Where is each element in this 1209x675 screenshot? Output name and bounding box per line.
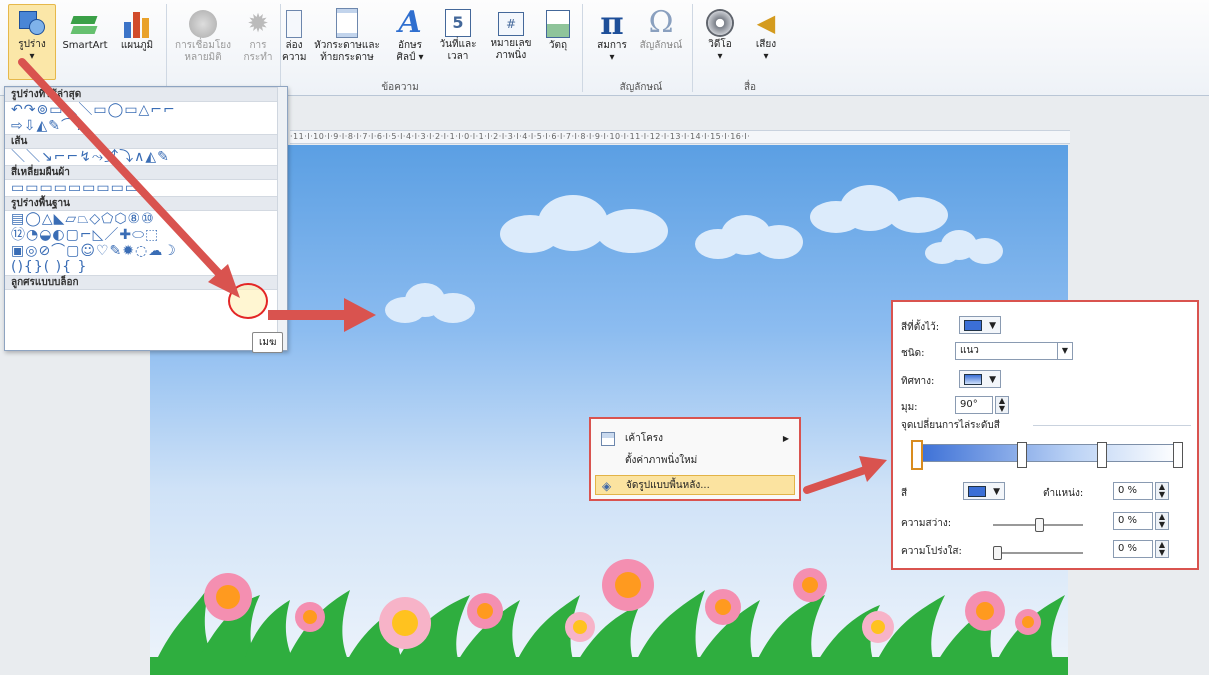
ribbon-separator (692, 4, 693, 92)
video-button[interactable]: วิดีโอ ▾ (700, 4, 740, 63)
menu-item-layout-label: เค้าโครง (625, 433, 664, 444)
brightness-input[interactable]: 0 % (1113, 512, 1153, 530)
gradient-stop-1[interactable] (911, 440, 923, 470)
preset-colors-dropdown[interactable]: ▼ (959, 316, 1001, 334)
audio-dropdown-icon: ▾ (763, 51, 769, 62)
header-footer-label: หัวกระดาษและ (314, 40, 380, 51)
audio-label: เสียง (755, 39, 777, 50)
equation-button[interactable]: π สมการ ▾ (590, 4, 634, 64)
position-spinner[interactable]: ▲ ▼ (1155, 482, 1169, 500)
gradient-stops-divider (1033, 425, 1191, 426)
menu-item-format-background[interactable]: ◈ จัดรูปแบบพื้นหลัง... (595, 475, 795, 495)
annotation-arrow (268, 298, 376, 332)
slide-number-icon: # (498, 12, 524, 36)
context-menu[interactable]: เค้าโครง ▶ ตั้งค่าภาพนิ่งใหม่ ◈ จัดรูปแบ… (589, 417, 801, 501)
color-dropdown[interactable]: ▼ (963, 482, 1005, 500)
gradient-stop-4[interactable] (1173, 442, 1183, 468)
equation-dropdown-icon: ▾ (609, 52, 615, 63)
preset-colors-label: สีที่ตั้งไว้: (901, 322, 940, 333)
color-label: สี (901, 488, 908, 499)
date-time-label: วันที่และ (439, 39, 477, 50)
menu-item-reset-slide[interactable]: ตั้งค่าภาพนิ่งใหม่ (595, 451, 795, 471)
transparency-slider-thumb[interactable] (993, 546, 1002, 560)
annotation-arrow (803, 456, 887, 494)
video-dropdown-icon: ▾ (717, 51, 723, 62)
wordart-label: อักษร (397, 40, 423, 51)
position-input[interactable]: 0 % (1113, 482, 1153, 500)
video-label: วิดีโอ (708, 39, 732, 50)
angle-input[interactable]: 90° (955, 396, 993, 414)
group-label-text: ข้อความ (381, 82, 419, 93)
type-select-arrow-icon[interactable]: ▼ (1057, 343, 1072, 359)
object-icon (546, 10, 570, 38)
calendar-icon: 5 (445, 9, 471, 37)
transparency-label: ความโปร่งใส: (901, 546, 962, 557)
brightness-spinner[interactable]: ▲ ▼ (1155, 512, 1169, 530)
gradient-stop-3[interactable] (1097, 442, 1107, 468)
speaker-icon: ◀ (756, 9, 776, 37)
type-select[interactable]: แนว (955, 342, 1073, 360)
direction-dropdown[interactable]: ▼ (959, 370, 1001, 388)
angle-spinner[interactable]: ▲ ▼ (995, 396, 1009, 414)
omega-icon: Ω (648, 5, 674, 40)
submenu-arrow-icon: ▶ (782, 434, 789, 443)
paint-bucket-icon: ◈ (602, 479, 612, 493)
wordart-icon: A (398, 5, 422, 40)
format-background-panel[interactable]: สีที่ตั้งไว้: ▼ ชนิด: แนว ▼ ทิศทาง: ▼ มุ… (891, 300, 1199, 570)
date-time-sublabel: เวลา (447, 51, 469, 62)
slide-number-label: หมายเลข (490, 38, 532, 49)
direction-label: ทิศทาง: (901, 376, 935, 387)
brightness-slider-thumb[interactable] (1035, 518, 1044, 532)
equation-label: สมการ (597, 40, 627, 51)
film-reel-icon (706, 9, 734, 37)
object-button[interactable]: วัตถุ (540, 4, 576, 52)
gradient-stops-label: จุดเปลี่ยนการไล่ระดับสี (901, 420, 1000, 431)
page-icon (336, 8, 358, 38)
date-time-button[interactable]: 5 วันที่และ เวลา (434, 4, 482, 63)
pi-icon: π (600, 4, 624, 42)
audio-button[interactable]: ◀ เสียง ▾ (746, 4, 786, 63)
cloud-shape[interactable] (810, 185, 950, 235)
annotation-arrow (18, 58, 240, 298)
wordart-button[interactable]: A อักษร ศิลป์ ▾ (390, 4, 430, 64)
transparency-slider-track[interactable] (993, 552, 1083, 554)
brightness-label: ความสว่าง: (901, 518, 952, 529)
object-label: วัตถุ (548, 40, 568, 51)
cloud-shape[interactable] (385, 283, 475, 323)
symbol-label: สัญลักษณ์ (639, 40, 683, 51)
chevron-down-icon: ▼ (989, 375, 996, 385)
menu-item-reset-slide-label: ตั้งค่าภาพนิ่งใหม่ (625, 455, 698, 466)
transparency-spinner[interactable]: ▲ ▼ (1155, 540, 1169, 558)
transparency-input[interactable]: 0 % (1113, 540, 1153, 558)
layout-icon (601, 432, 615, 446)
gradient-stops-bar[interactable] (917, 444, 1179, 462)
menu-item-format-background-label: จัดรูปแบบพื้นหลัง... (626, 480, 710, 491)
horizontal-ruler: ·11·I·10·I·9·I·8·I·7·I·6·I·5·I·4·I·3·I·2… (290, 130, 1070, 144)
symbol-button[interactable]: Ω สัญลักษณ์ (636, 4, 686, 52)
header-footer-button[interactable]: หัวกระดาษและ ท้ายกระดาษ (308, 4, 386, 64)
cloud-shape[interactable] (695, 215, 805, 260)
slide-number-sublabel: ภาพนิ่ง (495, 50, 527, 61)
chevron-down-icon: ▼ (993, 487, 1000, 497)
slide-number-button[interactable]: # หมายเลข ภาพนิ่ง (484, 4, 538, 62)
angle-label: มุม: (901, 402, 918, 413)
group-label-symbols: สัญลักษณ์ (619, 82, 663, 93)
header-footer-sublabel: ท้ายกระดาษ (320, 52, 374, 63)
gradient-stop-2[interactable] (1017, 442, 1027, 468)
position-label: ตำแหน่ง: (1043, 488, 1084, 499)
group-label-media: สื่อ (743, 82, 757, 93)
cloud-shape[interactable] (500, 195, 670, 255)
cloud-shape[interactable] (925, 230, 1005, 265)
chevron-down-icon: ▼ (989, 321, 996, 331)
menu-item-layout[interactable]: เค้าโครง ▶ (595, 429, 795, 449)
ribbon-separator (582, 4, 583, 92)
wordart-sublabel: ศิลป์ ▾ (396, 52, 424, 63)
type-label: ชนิด: (901, 348, 925, 359)
